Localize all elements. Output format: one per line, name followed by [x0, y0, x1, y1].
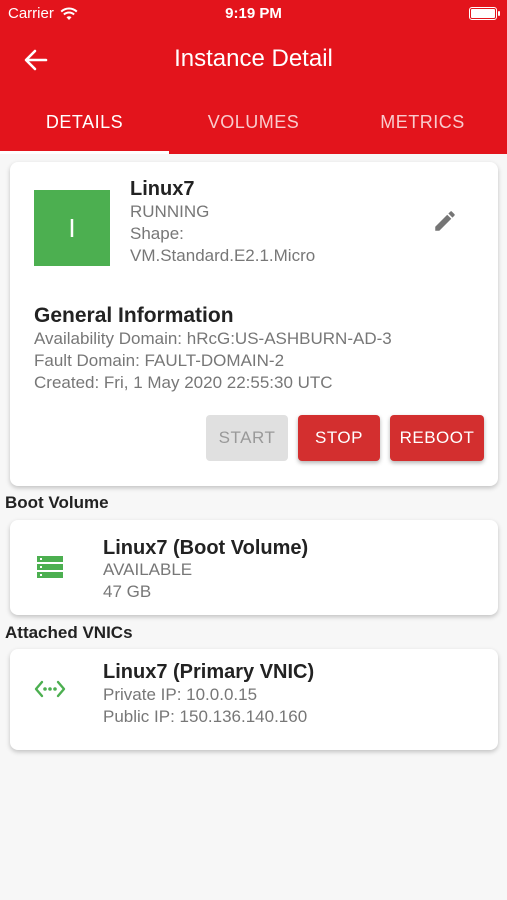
app-bar: Instance Detail	[0, 28, 507, 92]
tab-bar: DETAILS VOLUMES METRICS	[0, 92, 507, 154]
instance-state: RUNNING	[130, 202, 210, 221]
boot-volume-state: AVAILABLE	[103, 560, 193, 579]
tab-metrics[interactable]: METRICS	[338, 92, 507, 154]
edit-button[interactable]	[430, 206, 460, 236]
shape-label: Shape:	[130, 224, 184, 243]
boot-volume-header: Boot Volume	[5, 493, 109, 512]
network-icon	[32, 671, 68, 707]
status-time: 9:19 PM	[225, 5, 282, 22]
page-title: Instance Detail	[174, 45, 333, 72]
boot-volume-size: 47 GB	[103, 582, 152, 601]
general-info-title: General Information	[34, 304, 234, 327]
created-date: Created: Fri, 1 May 2020 22:55:30 UTC	[34, 373, 333, 392]
tab-details[interactable]: DETAILS	[0, 92, 169, 154]
tab-volumes[interactable]: VOLUMES	[169, 92, 338, 154]
storage-icon	[32, 549, 68, 585]
instance-avatar: I	[34, 190, 110, 266]
availability-domain: Availability Domain: hRcG:US-ASHBURN-AD-…	[34, 329, 392, 348]
public-ip: Public IP: 150.136.140.160	[103, 707, 308, 726]
pencil-icon	[435, 211, 455, 231]
vnics-header: Attached VNICs	[5, 623, 133, 642]
shape-value: VM.Standard.E2.1.Micro	[130, 246, 316, 265]
status-bar: Carrier 9:19 PM	[0, 0, 507, 28]
private-ip: Private IP: 10.0.0.15	[103, 685, 258, 704]
battery-icon	[469, 7, 500, 20]
instance-card: I Linux7 RUNNING Shape: VM.Standard.E2.1…	[10, 162, 498, 486]
stop-button[interactable]: STOP	[298, 415, 380, 461]
boot-volume-title: Linux7 (Boot Volume)	[103, 537, 309, 559]
fault-domain: Fault Domain: FAULT-DOMAIN-2	[34, 351, 285, 370]
vnic-card[interactable]: Linux7 (Primary VNIC) Private IP: 10.0.0…	[10, 649, 498, 750]
vnic-title: Linux7 (Primary VNIC)	[103, 661, 315, 683]
instance-name: Linux7	[130, 178, 195, 200]
reboot-button[interactable]: REBOOT	[390, 415, 484, 461]
start-button[interactable]: START	[206, 415, 288, 461]
boot-volume-card[interactable]: Linux7 (Boot Volume) AVAILABLE 47 GB	[10, 520, 498, 615]
